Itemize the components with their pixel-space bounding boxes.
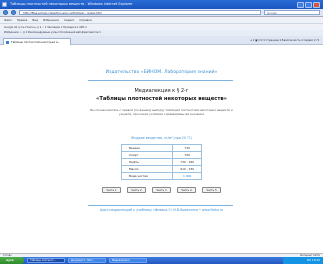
substance-name: Спирт (120, 151, 174, 159)
minimize-button[interactable] (297, 1, 304, 8)
window-title: Таблицы плотностей некоторых веществ - W… (10, 2, 133, 6)
publisher-heading[interactable]: Издательство «БИНОМ. Лаборатория знаний» (0, 70, 323, 75)
maximize-button[interactable] (305, 1, 312, 8)
taskbar-item[interactable]: Документ1 - Micr... (68, 258, 106, 263)
close-button[interactable] (313, 1, 320, 8)
tab-current[interactable]: Таблицы плотностей некоторых в... (3, 37, 71, 45)
part-5-button[interactable]: Часть 5 (202, 187, 221, 193)
density-value: 910 - 930 (172, 165, 202, 173)
url-field[interactable]: http://files.school-collection.edu.ru/dl… (19, 10, 261, 15)
part-1-button[interactable]: Часть 1 (102, 187, 121, 193)
table-row: Спирт 790 (120, 151, 202, 159)
table-caption: Жидкие вещества, кг/м³ (при 20 °С) (131, 136, 192, 140)
divider-top (88, 80, 233, 81)
table-row: Вода чистая 1 000 (120, 172, 202, 180)
density-value: 730 - 940 (172, 158, 202, 166)
density-value: 730 (172, 144, 202, 152)
start-button[interactable]: пуск (0, 257, 24, 264)
substance-name: Нефть (120, 158, 174, 166)
table-row: Нефть 730 - 940 (120, 158, 202, 166)
lecture-description: Вы познакомитесь с первой (по вашему выб… (90, 108, 233, 117)
system-tray-clock[interactable]: RU 10:32 (283, 257, 323, 264)
density-value: 790 (172, 151, 202, 159)
density-table: Бензин 730 Спирт 790 Нефть 730 - 940 Мас… (120, 144, 202, 180)
part-4-button[interactable]: Часть 4 (177, 187, 196, 193)
part-2-button[interactable]: Часть 2 (127, 187, 146, 193)
google-toolbar[interactable]: Google G▾ ◎ ▾ ▸ Поиск ▸ ◎ ▾ ☆ ▾ Закладки… (0, 23, 323, 30)
tab-label: Таблицы плотностей некоторых в... (11, 40, 61, 44)
back-button[interactable] (3, 10, 8, 15)
forward-button[interactable] (11, 10, 16, 15)
substance-name: Масло (120, 165, 174, 173)
lecture-subtitle: «Таблицы плотностей некоторых веществ» (95, 96, 227, 102)
page-content: Издательство «БИНОМ. Лаборатория знаний»… (0, 45, 323, 253)
part-3-button[interactable]: Часть 3 (152, 187, 171, 193)
substance-name: Бензин (120, 144, 174, 152)
table-row: Бензин 730 (120, 144, 202, 152)
lecture-title: Медиалекция к § 2-г (134, 88, 189, 94)
taskbar-item[interactable]: Медиалекции (109, 258, 147, 263)
window-titlebar: Таблицы плотностей некоторых веществ - W… (0, 0, 323, 9)
search-input[interactable]: Google (264, 10, 320, 15)
ie-icon (2, 2, 7, 7)
footer-link[interactable]: Цикл медиалекций к учебнику «Физика-7» И… (0, 208, 323, 212)
command-bar[interactable]: ⌂ ▾ ▣ ▾ ✉ ▾ Страница ▾ Безопасность ▾ Се… (251, 37, 319, 44)
divider-bottom (88, 205, 233, 206)
substance-name: Вода чистая (120, 172, 174, 180)
address-bar: http://files.school-collection.edu.ru/dl… (0, 9, 323, 17)
tab-row: Таблицы плотностей некоторых в... ⌂ ▾ ▣ … (0, 36, 323, 45)
taskbar: пуск Таблицы плотност... Документ1 - Mic… (0, 257, 323, 264)
table-row: Масло 910 - 930 (120, 165, 202, 173)
page-icon (6, 40, 9, 44)
density-value-link[interactable]: 1 000 (172, 172, 202, 180)
pagination: Часть 1 Часть 2 Часть 3 Часть 4 Часть 5 (0, 187, 323, 193)
taskbar-item[interactable]: Таблицы плотност... (27, 258, 65, 263)
window-controls (297, 1, 320, 8)
